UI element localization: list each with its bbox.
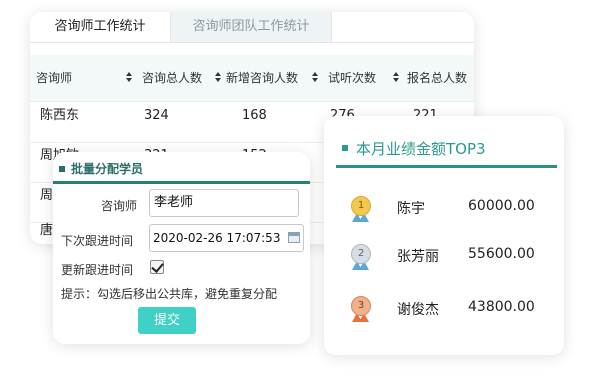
top-name: 谢俊杰	[397, 302, 439, 318]
update-followup-label: 更新跟进时间	[61, 263, 134, 277]
column-header-trial-count[interactable]: 试听次数	[328, 55, 376, 101]
cell-counselor: 唐	[40, 223, 54, 238]
title-square-icon	[59, 165, 65, 172]
cell-counselor: 陈西东	[40, 108, 80, 123]
tab-counselor-work-stats[interactable]: 咨询师工作统计	[30, 12, 171, 42]
top-name: 陈宇	[397, 201, 425, 217]
checkmark-icon	[151, 260, 164, 273]
medal-rank: 1	[351, 196, 371, 216]
counselor-value: 李老师	[154, 195, 194, 210]
cell-counselor: 周	[40, 188, 54, 203]
submit-button[interactable]: 提交	[138, 307, 196, 334]
table-header: 咨询师 咨询总人数 新增咨询人数 试听次数 报名总人数	[30, 55, 474, 102]
next-followup-datetime-input[interactable]: 2020-02-26 17:07:53	[149, 224, 304, 252]
medal-rank: 3	[351, 296, 371, 316]
gold-medal-icon: 1	[349, 196, 371, 222]
calendar-icon[interactable]	[288, 232, 300, 243]
counselor-label: 咨询师	[101, 199, 138, 213]
title-divider	[336, 165, 557, 168]
title-divider	[53, 181, 310, 184]
top-name: 张芳丽	[397, 249, 439, 265]
top3-title: 本月业绩金额TOP3	[356, 140, 486, 158]
batch-assign-title: 批量分配学员	[71, 162, 144, 176]
cell-new-consults: 168	[242, 108, 267, 123]
title-square-icon	[342, 144, 348, 151]
tab-team-work-stats[interactable]: 咨询师团队工作统计	[171, 12, 332, 42]
column-header-total-consults[interactable]: 咨询总人数	[142, 55, 202, 101]
cell-total-consults: 324	[144, 108, 169, 123]
column-header-counselor[interactable]: 咨询师	[36, 55, 72, 101]
top-amount: 43800.00	[468, 299, 535, 315]
stats-tabs: 咨询师工作统计 咨询师团队工作统计	[30, 12, 474, 43]
batch-assign-panel: 批量分配学员 咨询师 李老师 下次跟进时间 2020-02-26 17:07:5…	[53, 152, 310, 344]
column-header-new-consults[interactable]: 新增咨询人数	[226, 55, 298, 101]
silver-medal-icon: 2	[349, 244, 371, 270]
column-header-total-enrolled[interactable]: 报名总人数	[407, 55, 467, 101]
update-followup-checkbox[interactable]	[150, 260, 164, 274]
hint-text: 提示：勾选后移出公共库，避免重复分配	[61, 287, 278, 301]
next-followup-value: 2020-02-26 17:07:53	[153, 231, 281, 245]
panel-title: 本月业绩金额TOP3	[342, 138, 486, 159]
bronze-medal-icon: 3	[349, 296, 371, 322]
panel-title: 批量分配学员	[59, 160, 143, 177]
next-followup-label: 下次跟进时间	[61, 234, 134, 248]
top3-performance-panel: 本月业绩金额TOP3 1 陈宇 60000.00 2 张芳丽 55600.00 …	[324, 116, 564, 355]
top-amount: 60000.00	[468, 198, 535, 214]
top-amount: 55600.00	[468, 246, 535, 262]
medal-rank: 2	[351, 244, 371, 264]
counselor-field[interactable]: 李老师	[149, 189, 299, 217]
